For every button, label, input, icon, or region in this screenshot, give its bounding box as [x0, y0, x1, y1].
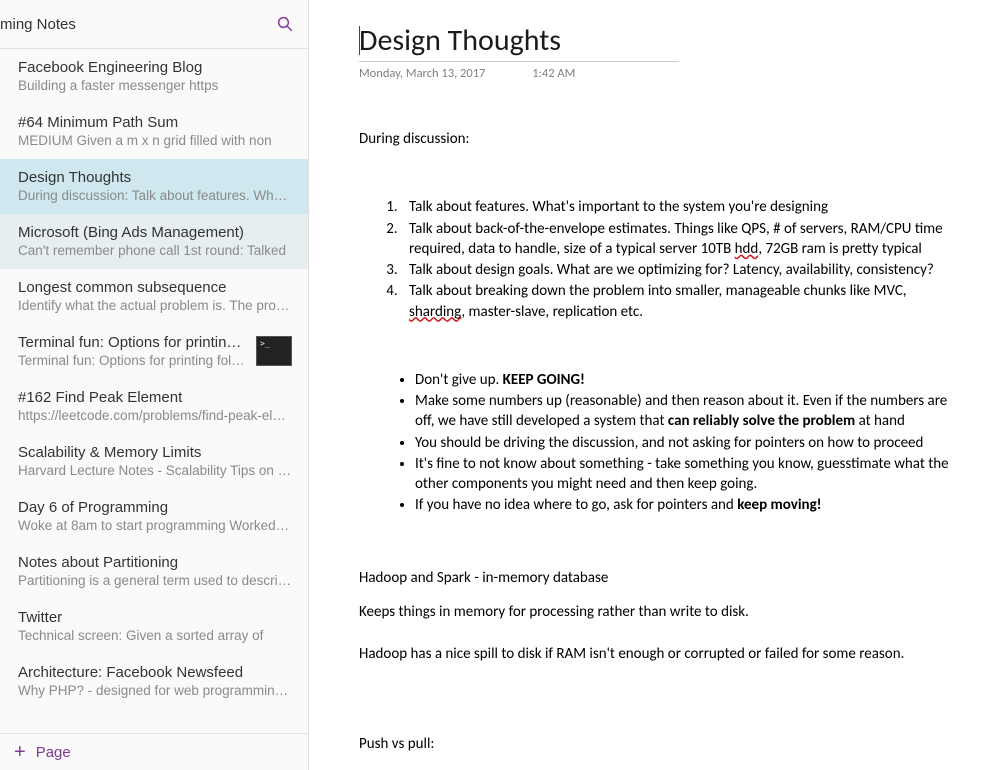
search-icon[interactable] [276, 15, 294, 33]
note-title: #64 Minimum Path Sum [18, 114, 292, 131]
note-item[interactable]: Day 6 of Programming Woke at 8am to start… [0, 489, 308, 544]
note-title: Scalability & Memory Limits [18, 444, 292, 461]
list-item: It's fine to not know about something - … [415, 454, 949, 495]
list-item: Talk about back-of-the-envelope estimate… [401, 219, 949, 260]
note-item[interactable]: Scalability & Memory Limits Harvard Lectu… [0, 434, 308, 489]
note-preview: Harvard Lecture Notes - Scalability Tips… [18, 463, 292, 478]
note-preview: Why PHP? - designed for web programming… [18, 683, 292, 698]
page-time: 1:42 AM [532, 66, 575, 81]
note-preview: Woke at 8am to start programming Worked … [18, 518, 292, 533]
note-preview: Terminal fun: Options for printing fold… [18, 353, 248, 368]
note-title: Design Thoughts [18, 169, 292, 186]
list-item: Don't give up. KEEP GOING! [415, 370, 949, 390]
text-cursor [359, 26, 360, 55]
paragraph: Push vs pull: [359, 734, 949, 754]
note-preview: Technical screen: Given a sorted array o… [18, 628, 292, 643]
note-item[interactable]: Design Thoughts During discussion: Talk a… [0, 159, 308, 214]
note-title: Microsoft (Bing Ads Management) [18, 224, 292, 241]
note-item[interactable]: #64 Minimum Path Sum MEDIUM Given a m x n… [0, 104, 308, 159]
note-preview: Building a faster messenger https [18, 78, 292, 93]
sidebar: ming Notes Facebook Engineering Blog Buil… [0, 0, 309, 770]
page-title-text: Design Thoughts [359, 22, 561, 59]
add-page-label: Page [36, 744, 71, 761]
terminal-thumbnail-icon: >_ [256, 336, 292, 366]
paragraph: Keeps things in memory for processing ra… [359, 602, 949, 622]
note-title: Day 6 of Programming [18, 499, 292, 516]
add-page-button[interactable]: + Page [0, 733, 308, 770]
spacer [359, 536, 949, 568]
paragraph: Hadoop has a nice spill to disk if RAM i… [359, 644, 949, 664]
paragraph: Hadoop and Spark - in-memory database [359, 568, 949, 588]
list-item: Make some numbers up (reasonable) and th… [415, 391, 949, 432]
plus-icon: + [14, 742, 26, 762]
note-item[interactable]: Twitter Technical screen: Given a sorted … [0, 599, 308, 654]
spacer [359, 342, 949, 370]
spellcheck-hdd: hdd [735, 240, 759, 258]
note-item[interactable]: Terminal fun: Options for printin… Termin… [0, 324, 308, 379]
numbered-list: Talk about features. What's important to… [359, 197, 949, 322]
note-title: Terminal fun: Options for printin… [18, 334, 248, 351]
intro-line: During discussion: [359, 129, 949, 149]
editor-body[interactable]: During discussion: Talk about features. … [359, 129, 949, 770]
list-item: You should be driving the discussion, an… [415, 433, 949, 453]
editor[interactable]: Design Thoughts Monday, March 13, 2017 1… [309, 0, 1000, 770]
note-item[interactable]: Microsoft (Bing Ads Management) Can't rem… [0, 214, 308, 269]
note-preview: Can't remember phone call 1st round: Tal… [18, 243, 292, 258]
note-title: Longest common subsequence [18, 279, 292, 296]
note-list[interactable]: Facebook Engineering Blog Building a fast… [0, 49, 308, 733]
note-item[interactable]: Facebook Engineering Blog Building a fast… [0, 49, 308, 104]
list-item: Talk about features. What's important to… [401, 197, 949, 217]
note-item[interactable]: Architecture: Facebook Newsfeed Why PHP? … [0, 654, 308, 709]
list-item: If you have no idea where to go, ask for… [415, 495, 949, 515]
note-preview: https://leetcode.com/problems/find-peak-… [18, 408, 292, 423]
note-preview: Partitioning is a general term used to d… [18, 573, 292, 588]
note-title: Twitter [18, 609, 292, 626]
list-item: Talk about design goals. What are we opt… [401, 260, 949, 280]
note-item[interactable]: Notes about Partitioning Partitioning is … [0, 544, 308, 599]
bullet-list: Don't give up. KEEP GOING! Make some num… [359, 370, 949, 516]
page-meta: Monday, March 13, 2017 1:42 AM [359, 66, 964, 81]
note-preview: During discussion: Talk about features. … [18, 188, 292, 203]
list-item: Talk about breaking down the problem int… [401, 281, 949, 322]
app-root: ming Notes Facebook Engineering Blog Buil… [0, 0, 1000, 770]
section-title: ming Notes [0, 16, 76, 33]
note-title: Facebook Engineering Blog [18, 59, 292, 76]
spellcheck-sharding: sharding [409, 303, 461, 321]
note-item[interactable]: #162 Find Peak Element https://leetcode.c… [0, 379, 308, 434]
note-preview: Identify what the actual problem is. The… [18, 298, 292, 313]
sidebar-header: ming Notes [0, 0, 308, 49]
note-item[interactable]: Longest common subsequence Identify what … [0, 269, 308, 324]
note-preview: MEDIUM Given a m x n grid filled with no… [18, 133, 292, 148]
note-title: #162 Find Peak Element [18, 389, 292, 406]
page-date: Monday, March 13, 2017 [359, 66, 485, 81]
spacer [359, 163, 949, 197]
note-title: Notes about Partitioning [18, 554, 292, 571]
page-title[interactable]: Design Thoughts [359, 22, 679, 62]
spacer [359, 678, 949, 734]
note-title: Architecture: Facebook Newsfeed [18, 664, 292, 681]
